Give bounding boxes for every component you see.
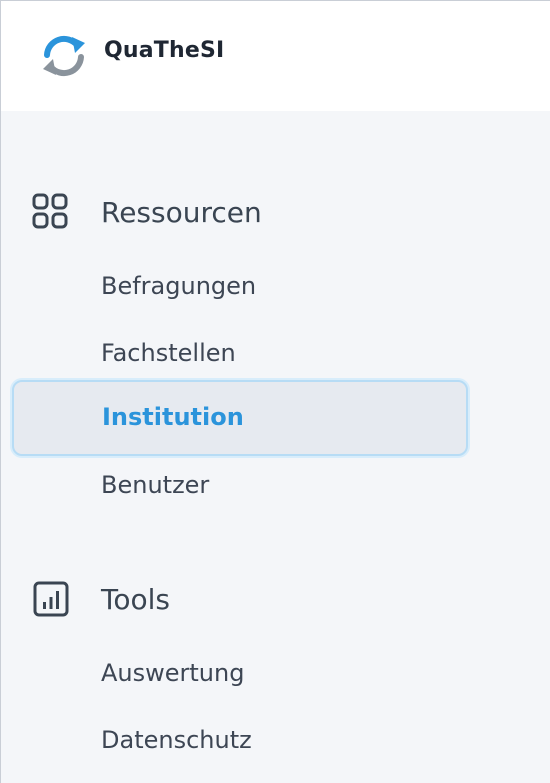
sidebar-item-befragungen[interactable]: Befragungen bbox=[101, 272, 256, 300]
sidebar-item-label: Institution bbox=[102, 403, 244, 431]
sidebar-header: QuaTheSI bbox=[1, 1, 550, 111]
sidebar-item-institution[interactable]: Institution bbox=[12, 380, 468, 456]
grid-icon bbox=[31, 192, 71, 232]
sidebar: QuaTheSI Ressourcen Befragungen Fachstel… bbox=[0, 0, 550, 783]
app-name[interactable]: QuaTheSI bbox=[104, 38, 224, 63]
sidebar-item-benutzer[interactable]: Benutzer bbox=[101, 471, 209, 499]
bar-chart-icon bbox=[31, 579, 71, 619]
sidebar-item-auswertung[interactable]: Auswertung bbox=[101, 659, 244, 687]
section-title: Ressourcen bbox=[101, 195, 262, 229]
sidebar-item-datenschutz[interactable]: Datenschutz bbox=[101, 726, 252, 754]
section-title: Tools bbox=[101, 582, 170, 616]
sidebar-item-fachstellen[interactable]: Fachstellen bbox=[101, 339, 236, 367]
refresh-logo-icon[interactable] bbox=[39, 33, 89, 79]
